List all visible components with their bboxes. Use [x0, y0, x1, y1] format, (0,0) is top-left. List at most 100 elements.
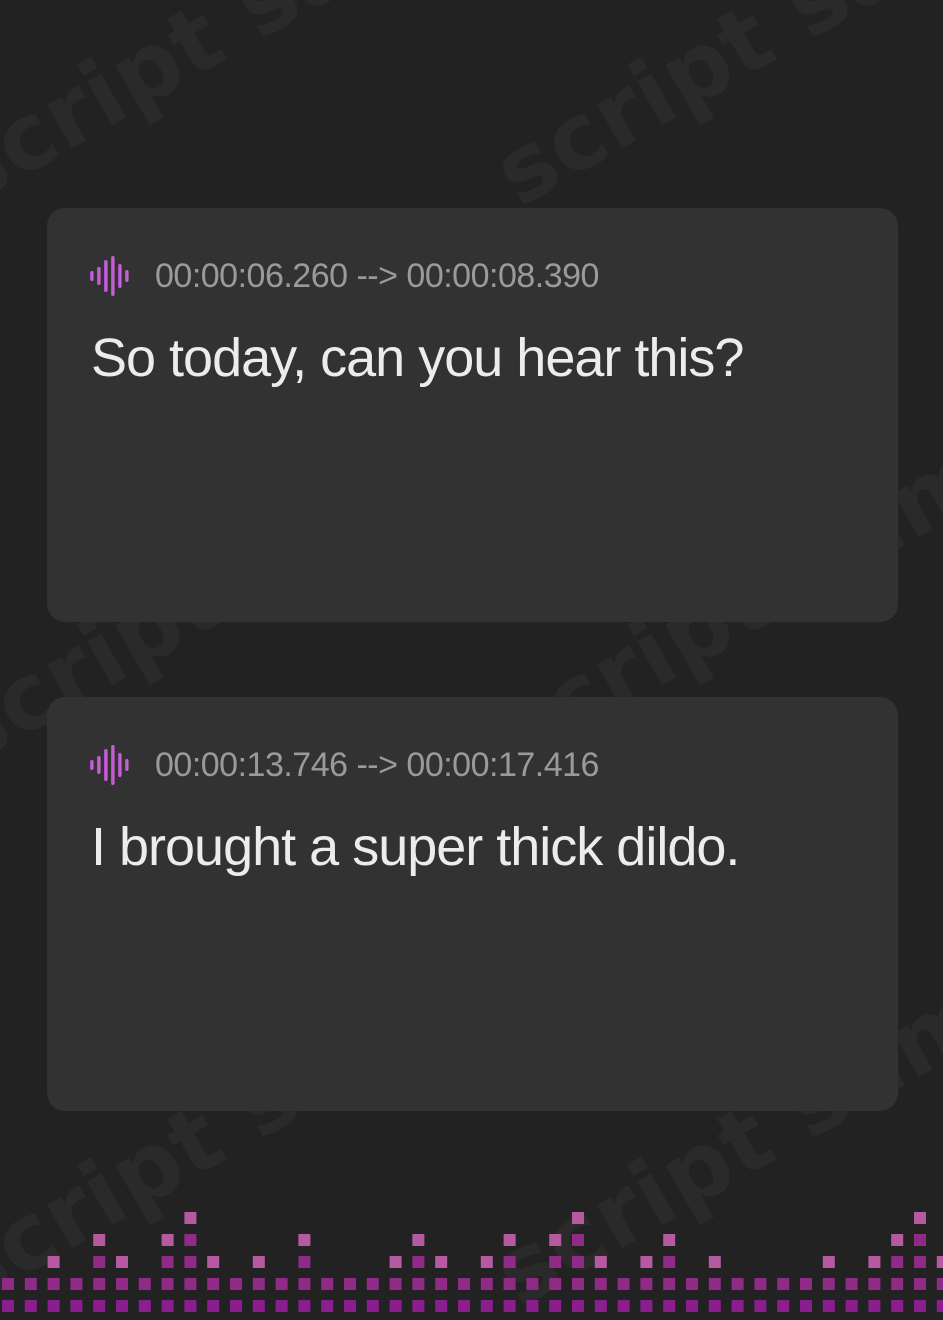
equalizer-cell: [70, 1300, 83, 1312]
equalizer-cell: [298, 1300, 311, 1312]
equalizer-cell: [754, 1278, 767, 1290]
equalizer-cell: [663, 1256, 676, 1268]
equalizer-cell: [708, 1278, 721, 1290]
equalizer-cell: [936, 1256, 943, 1268]
equalizer-cell: [572, 1234, 584, 1246]
equalizer-cell: [93, 1278, 106, 1290]
equalizer-cell: [572, 1256, 584, 1268]
equalizer-cell: [549, 1300, 562, 1312]
equalizer-cell: [480, 1256, 493, 1268]
equalizer-cell: [93, 1256, 106, 1268]
equalizer-cell: [572, 1212, 584, 1224]
equalizer-cell: [936, 1300, 943, 1312]
equalizer-cell: [2, 1278, 14, 1290]
equalizer-cell: [344, 1300, 356, 1312]
audio-wave-icon: [90, 745, 129, 785]
equalizer-cell: [754, 1300, 767, 1312]
equalizer-cell: [686, 1278, 698, 1290]
equalizer-cell: [914, 1256, 926, 1268]
equalizer-cell: [458, 1278, 470, 1290]
equalizer-cell: [731, 1300, 744, 1312]
equalizer-cell: [914, 1278, 926, 1290]
equalizer-cell: [252, 1256, 265, 1268]
equalizer-cell: [640, 1256, 653, 1268]
subtitle-text: I brought a super thick dildo.: [91, 817, 740, 877]
equalizer-cell: [503, 1234, 516, 1246]
equalizer-cell: [435, 1256, 448, 1268]
equalizer-cell: [686, 1300, 698, 1312]
equalizer-cell: [412, 1234, 425, 1246]
equalizer-cell: [891, 1278, 904, 1290]
equalizer-cell: [252, 1278, 265, 1290]
equalizer-cell: [161, 1300, 174, 1312]
equalizer-cell: [252, 1300, 265, 1312]
equalizer-cell: [389, 1278, 402, 1290]
equalizer-cell: [184, 1300, 197, 1312]
equalizer-cell: [138, 1300, 151, 1312]
equalizer-cell: [366, 1300, 379, 1312]
subtitle-text: So today, can you hear this?: [91, 328, 744, 388]
timestamp-row: 00:00:13.746 --> 00:00:17.416: [89, 745, 599, 785]
equalizer-cell: [708, 1300, 721, 1312]
equalizer-cell: [70, 1278, 83, 1290]
subtitle-card[interactable]: 00:00:13.746 --> 00:00:17.416 I brought …: [47, 697, 898, 1111]
equalizer-cell: [412, 1256, 425, 1268]
watermark-text: script sample: [476, 0, 943, 227]
equalizer-cell: [731, 1278, 744, 1290]
equalizer-cell: [845, 1278, 858, 1290]
equalizer-cell: [275, 1278, 288, 1290]
equalizer-cell: [93, 1234, 106, 1246]
equalizer-cell: [503, 1278, 516, 1290]
audio-wave-icon: [90, 256, 129, 296]
equalizer-cell: [891, 1234, 904, 1246]
equalizer-cell: [184, 1256, 197, 1268]
equalizer-cell: [435, 1278, 448, 1290]
equalizer-cell: [161, 1278, 174, 1290]
equalizer-cell: [138, 1278, 151, 1290]
equalizer-cell: [230, 1300, 242, 1312]
equalizer-cell: [800, 1300, 812, 1312]
equalizer-cell: [549, 1278, 562, 1290]
equalizer-cell: [914, 1212, 926, 1224]
subtitle-card[interactable]: 00:00:06.260 --> 00:00:08.390 So today, …: [47, 208, 898, 622]
equalizer-cell: [298, 1256, 311, 1268]
equalizer-cell: [572, 1278, 584, 1290]
equalizer-cell: [480, 1278, 493, 1290]
equalizer-cell: [777, 1300, 790, 1312]
watermark-layer: script sample script sample script sampl…: [0, 0, 943, 1320]
equalizer-cell: [161, 1234, 174, 1246]
equalizer-cell: [640, 1278, 653, 1290]
timestamp-row: 00:00:06.260 --> 00:00:08.390: [89, 256, 599, 296]
equalizer-cell: [868, 1256, 881, 1268]
equalizer-cell: [207, 1300, 220, 1312]
equalizer-cell: [298, 1278, 311, 1290]
equalizer-cell: [708, 1256, 721, 1268]
equalizer-cell: [161, 1256, 174, 1268]
equalizer-cell: [617, 1300, 630, 1312]
equalizer-cell: [116, 1300, 128, 1312]
equalizer-cell: [344, 1278, 356, 1290]
equalizer-cell: [594, 1256, 607, 1268]
equalizer-cell: [298, 1234, 311, 1246]
equalizer-cell: [503, 1256, 516, 1268]
equalizer-cell: [503, 1300, 516, 1312]
equalizer-cell: [366, 1278, 379, 1290]
equalizer-cell: [572, 1300, 584, 1312]
equalizer-cell: [914, 1300, 926, 1312]
equalizer-cell: [116, 1278, 128, 1290]
equalizer-cell: [207, 1256, 220, 1268]
equalizer-cell: [435, 1300, 448, 1312]
equalizer-cell: [321, 1278, 334, 1290]
equalizer-cell: [24, 1300, 37, 1312]
equalizer-cell: [936, 1278, 943, 1290]
equalizer-cell: [230, 1278, 242, 1290]
equalizer-cell: [800, 1278, 812, 1290]
watermark-text: script sample: [0, 0, 598, 227]
equalizer-cell: [868, 1300, 881, 1312]
equalizer-cell: [93, 1300, 106, 1312]
equalizer-cell: [526, 1278, 539, 1290]
equalizer-cell: [116, 1256, 128, 1268]
equalizer-cell: [184, 1234, 197, 1246]
equalizer-cell: [594, 1300, 607, 1312]
equalizer-cell: [617, 1278, 630, 1290]
